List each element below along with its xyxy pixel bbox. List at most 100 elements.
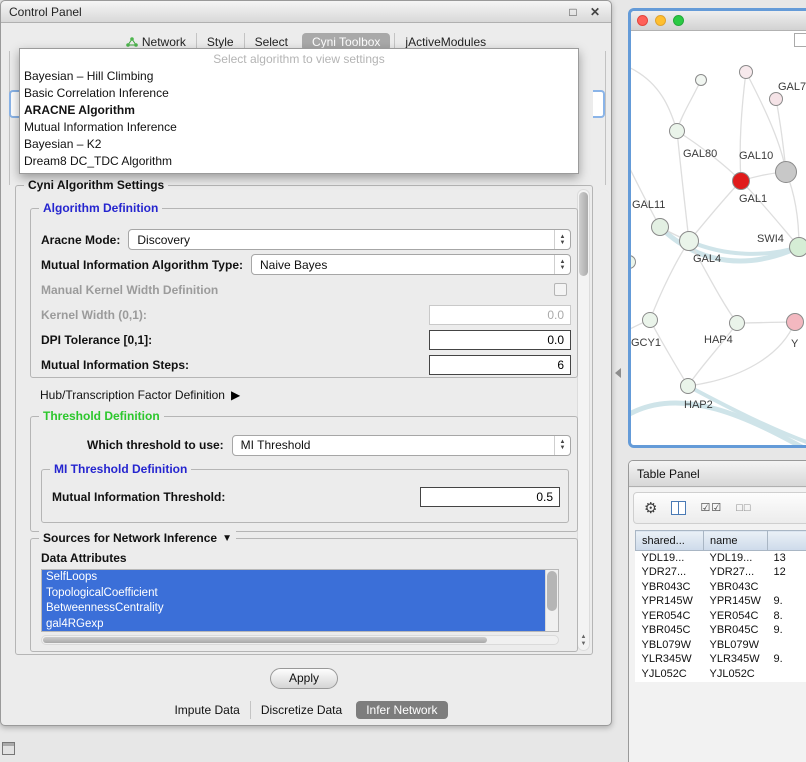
- manual-kernel-checkbox[interactable]: [554, 283, 567, 296]
- data-attributes-listbox[interactable]: SelfLoopsTopologicalCoefficientBetweenne…: [41, 569, 559, 632]
- table-cell: 9.: [768, 594, 806, 609]
- tab-infer-network[interactable]: Infer Network: [356, 701, 447, 719]
- expand-right-icon[interactable]: ▶: [231, 388, 240, 402]
- node-label: GCY1: [631, 337, 661, 349]
- mi-threshold-input[interactable]: [420, 487, 560, 507]
- dpi-tolerance-input[interactable]: [429, 330, 571, 350]
- deselect-all-checkboxes-icon[interactable]: □□: [736, 501, 751, 516]
- hub-definition-toggle[interactable]: Hub/Transcription Factor Definition ▶: [40, 388, 240, 402]
- aracne-mode-value: Discovery: [129, 233, 554, 247]
- scrollbar-arrows-icon[interactable]: ▲▼: [578, 634, 589, 648]
- scrollbar-thumb[interactable]: [43, 637, 487, 643]
- algorithm-combobox-fragment-right[interactable]: [593, 90, 605, 118]
- algorithm-option[interactable]: Bayesian – Hill Climbing: [20, 68, 578, 85]
- mi-type-row: Mutual Information Algorithm Type: Naive…: [31, 252, 577, 277]
- combo-stepper-icon[interactable]: ▲▼: [554, 230, 570, 249]
- settings-vertical-scrollbar[interactable]: ▲▼: [577, 189, 590, 651]
- mi-type-combobox[interactable]: Naive Bayes ▲▼: [251, 254, 571, 275]
- table-panel-titlebar: Table Panel: [629, 461, 806, 487]
- which-threshold-value: MI Threshold: [233, 438, 554, 452]
- table-row[interactable]: YPR145WYPR145W9.: [636, 594, 806, 609]
- network-node[interactable]: [695, 74, 707, 86]
- table-row[interactable]: YBR045CYBR045C9.: [636, 623, 806, 638]
- network-node-gal11[interactable]: [651, 218, 669, 236]
- table-cell: YBR043C: [704, 580, 768, 595]
- minimize-traffic-light-icon[interactable]: [655, 15, 666, 26]
- attribute-list-item[interactable]: BetweennessCentrality: [42, 601, 545, 617]
- table-panel-window: Table Panel ⚙ ☑☑ □□ shared... name YDL19…: [628, 460, 806, 762]
- table-cell: 9.: [768, 652, 806, 667]
- close-window-icon[interactable]: ✕: [587, 5, 603, 19]
- apply-button[interactable]: Apply: [270, 668, 338, 689]
- collapse-down-icon[interactable]: ▼: [222, 533, 232, 544]
- table-row[interactable]: YBL079WYBL079W: [636, 638, 806, 653]
- table-row[interactable]: YDL19...YDL19...13: [636, 551, 806, 566]
- table-cell: YDL19...: [636, 551, 704, 566]
- algorithm-option[interactable]: ARACNE Algorithm: [20, 102, 578, 119]
- tab-impute-data[interactable]: Impute Data: [164, 701, 249, 719]
- scrollbar-thumb[interactable]: [579, 192, 588, 276]
- table-cell: YBR043C: [636, 580, 704, 595]
- network-node-gal4[interactable]: [679, 231, 699, 251]
- algorithm-option[interactable]: Basic Correlation Inference: [20, 85, 578, 102]
- network-node-gal10[interactable]: [775, 161, 797, 183]
- which-threshold-combobox[interactable]: MI Threshold ▲▼: [232, 435, 571, 456]
- network-node-gal7[interactable]: [769, 92, 783, 106]
- list-vertical-scrollbar[interactable]: [545, 570, 558, 631]
- data-attributes-label: Data Attributes: [41, 551, 127, 565]
- float-window-icon[interactable]: □: [565, 5, 581, 19]
- combo-stepper-icon[interactable]: ▲▼: [554, 255, 570, 274]
- cyni-algorithm-settings-group: Cyni Algorithm Settings ▲▼ Algorithm Def…: [15, 185, 593, 655]
- algorithm-option[interactable]: Bayesian – K2: [20, 136, 578, 153]
- zoom-traffic-light-icon[interactable]: [673, 15, 684, 26]
- gear-icon[interactable]: ⚙: [644, 501, 657, 516]
- window-title: Control Panel: [9, 5, 82, 19]
- table-cell: YPR145W: [704, 594, 768, 609]
- table-row[interactable]: YJL052CYJL052C: [636, 667, 806, 682]
- network-node-gal1[interactable]: [732, 172, 750, 190]
- list-horizontal-scrollbar[interactable]: [41, 635, 559, 645]
- threshold-definition-title: Threshold Definition: [39, 409, 164, 423]
- select-all-checkboxes-icon[interactable]: ☑☑: [700, 501, 722, 516]
- attribute-list-item[interactable]: gal4RGexp: [42, 617, 545, 633]
- network-node-gal80[interactable]: [669, 123, 685, 139]
- node-label: GAL11: [632, 199, 665, 211]
- columns-icon[interactable]: [671, 501, 686, 515]
- table-toolbar: ⚙ ☑☑ □□: [633, 492, 806, 524]
- column-header-name[interactable]: name: [704, 531, 768, 551]
- tab-discretize-data[interactable]: Discretize Data: [250, 701, 352, 719]
- scrollbar-thumb[interactable]: [547, 571, 557, 611]
- network-node-gcy1[interactable]: [642, 312, 658, 328]
- table-cell: YJL052C: [636, 667, 704, 682]
- table-row[interactable]: YDR27...YDR27...12: [636, 565, 806, 580]
- network-node-hap2[interactable]: [680, 378, 696, 394]
- node-label: GAL4: [693, 253, 721, 265]
- network-node-y[interactable]: [786, 313, 804, 331]
- algorithm-popup-list: Bayesian – Hill ClimbingBasic Correlatio…: [20, 68, 578, 170]
- table-row[interactable]: YER054CYER054C8.: [636, 609, 806, 624]
- network-node-swi4[interactable]: [789, 237, 806, 257]
- network-node[interactable]: [739, 65, 753, 79]
- network-node-hap4[interactable]: [729, 315, 745, 331]
- algorithm-definition-title: Algorithm Definition: [39, 201, 162, 215]
- table-cell: YER054C: [704, 609, 768, 624]
- attribute-list-item[interactable]: TopologicalCoefficient: [42, 586, 545, 602]
- table-row[interactable]: YBR043CYBR043C: [636, 580, 806, 595]
- mi-threshold-row: Mutual Information Threshold:: [42, 486, 568, 508]
- tab-label: Impute Data: [174, 703, 239, 717]
- collapsed-panel-icon[interactable]: [2, 742, 15, 755]
- column-header-shared-name[interactable]: shared...: [636, 531, 704, 551]
- column-header-clipped[interactable]: [768, 531, 806, 551]
- kernel-width-input[interactable]: [429, 305, 571, 325]
- overview-box[interactable]: [794, 33, 806, 47]
- mi-steps-input[interactable]: [429, 355, 571, 375]
- panel-divider-collapse-icon[interactable]: [615, 368, 621, 378]
- close-traffic-light-icon[interactable]: [637, 15, 648, 26]
- combo-stepper-icon[interactable]: ▲▼: [554, 436, 570, 455]
- aracne-mode-combobox[interactable]: Discovery ▲▼: [128, 229, 571, 250]
- table-row[interactable]: YLR345WYLR345W9.: [636, 652, 806, 667]
- algorithm-option[interactable]: Mutual Information Inference: [20, 119, 578, 136]
- network-canvas[interactable]: GAL7GAL80GAL10GAL11GAL1SWI4GAL4GCY1HAP4Y…: [631, 31, 806, 445]
- algorithm-option[interactable]: Dream8 DC_TDC Algorithm: [20, 153, 578, 170]
- attribute-list-item[interactable]: SelfLoops: [42, 570, 545, 586]
